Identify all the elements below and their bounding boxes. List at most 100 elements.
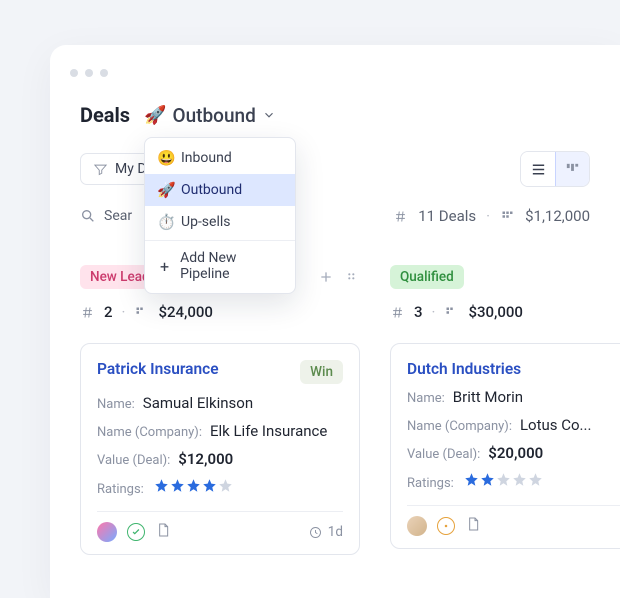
column-header: Qualified [390,265,620,289]
field-label: Value (Deal): [97,453,170,468]
deal-title[interactable]: Patrick Insurance [97,360,219,378]
star-icon [186,478,201,493]
deal-title[interactable]: Dutch Industries [407,360,521,378]
rocket-icon: 🚀 [144,105,166,126]
field-value: Samual Elkinson [143,394,253,412]
search-placeholder: Sear [104,208,132,224]
card-header: Dutch Industries [407,360,620,378]
field-row-ratings: Ratings: [407,472,620,491]
card-header: Patrick Insurance Win [97,360,343,384]
kanban-view-button[interactable] [555,152,589,186]
field-value: $20,000 [488,444,543,462]
stage-pill: Qualified [390,265,464,289]
star-icon [480,472,495,487]
field-label: Name: [407,391,445,406]
funnel-icon [93,162,108,177]
hash-icon [390,305,405,320]
field-row-ratings: Ratings: [97,478,343,497]
window-controls [70,69,620,77]
column-stats: 2 · $24,000 [80,303,360,321]
menu-item-label: Add New Pipeline [180,250,283,282]
field-label: Value (Deal): [407,447,480,462]
column-count: 3 [414,303,423,321]
field-label: Name (Company): [407,419,512,434]
star-icon [202,478,217,493]
list-icon [530,161,547,178]
board-icon [500,209,515,224]
menu-item-label: Inbound [181,150,232,166]
plus-icon[interactable] [318,269,334,285]
column-actions [318,269,360,285]
kanban-column-new-lead: New Lead 2 · $24,000 Patrick Insu [80,265,360,555]
star-icon [496,472,511,487]
star-icon [528,472,543,487]
field-value: Lotus Co... [520,416,591,434]
pipeline-option-inbound[interactable]: 😃 Inbound [145,142,295,174]
win-badge: Win [300,360,343,384]
field-row-value: Value (Deal): $20,000 [407,444,620,462]
deal-card[interactable]: Dutch Industries Name: Britt Morin Name … [390,343,620,549]
status-check-icon[interactable] [127,523,145,541]
field-row-company: Name (Company): Elk Life Insurance [97,422,343,440]
view-toggle [520,151,590,187]
field-label: Ratings: [407,476,454,491]
kanban-column-qualified: Qualified 3 · $30,000 Dutch Industries N… [390,265,620,555]
plus-icon: + [157,257,172,276]
deal-card[interactable]: Patrick Insurance Win Name: Samual Elkin… [80,343,360,555]
card-footer [407,505,620,536]
pipeline-option-outbound[interactable]: 🚀 Outbound [145,174,295,206]
field-label: Name (Company): [97,425,202,440]
field-value: Elk Life Insurance [210,422,327,440]
field-row-name: Name: Samual Elkinson [97,394,343,412]
drag-handle-icon[interactable] [344,269,360,285]
app-window: Deals 🚀 Outbound 😃 Inbound 🚀 Outbound ⏱️… [50,45,620,598]
column-value: $30,000 [468,303,523,321]
separator: · [122,303,126,321]
star-rating [154,478,233,493]
menu-item-label: Outbound [181,182,242,198]
card-age: 1d [308,524,343,540]
star-rating [464,472,543,487]
menu-item-label: Up-sells [181,214,231,230]
search-icon [80,208,96,224]
field-value: $12,000 [178,450,233,468]
kanban-icon [564,161,581,178]
owner-avatar[interactable] [407,516,427,536]
document-icon[interactable] [465,516,481,536]
star-icon [170,478,185,493]
status-pending-icon[interactable] [437,517,455,535]
window-dot [85,69,93,77]
star-icon [154,478,169,493]
star-icon [512,472,527,487]
menu-divider [145,240,295,241]
add-new-pipeline[interactable]: + Add New Pipeline [145,243,295,289]
age-text: 1d [328,524,343,540]
stopwatch-icon: ⏱️ [157,213,173,231]
page-title: Deals [80,103,130,127]
window-dot [70,69,78,77]
field-label: Ratings: [97,482,144,497]
field-row-company: Name (Company): Lotus Co... [407,416,620,434]
window-dot [100,69,108,77]
column-stats: 3 · $30,000 [390,303,620,321]
total-value: $1,12,000 [525,207,590,225]
deal-count: 11 Deals [418,207,476,225]
board-icon [134,305,149,320]
document-icon[interactable] [155,522,171,542]
smile-icon: 😃 [157,149,173,167]
pipeline-name: Outbound [173,104,256,127]
kanban-board: New Lead 2 · $24,000 Patrick Insu [80,265,620,555]
rocket-icon: 🚀 [157,181,173,199]
list-view-button[interactable] [521,152,555,186]
owner-avatar[interactable] [97,522,117,542]
pipeline-option-upsells[interactable]: ⏱️ Up-sells [145,206,295,238]
board-icon [444,305,459,320]
field-label: Name: [97,397,135,412]
pipeline-selector[interactable]: 🚀 Outbound [144,104,276,127]
field-row-name: Name: Britt Morin [407,388,620,406]
hash-icon [80,305,95,320]
chevron-down-icon [262,108,276,122]
filter-label: My D [115,161,147,177]
star-icon [218,478,233,493]
hash-icon [393,209,408,224]
